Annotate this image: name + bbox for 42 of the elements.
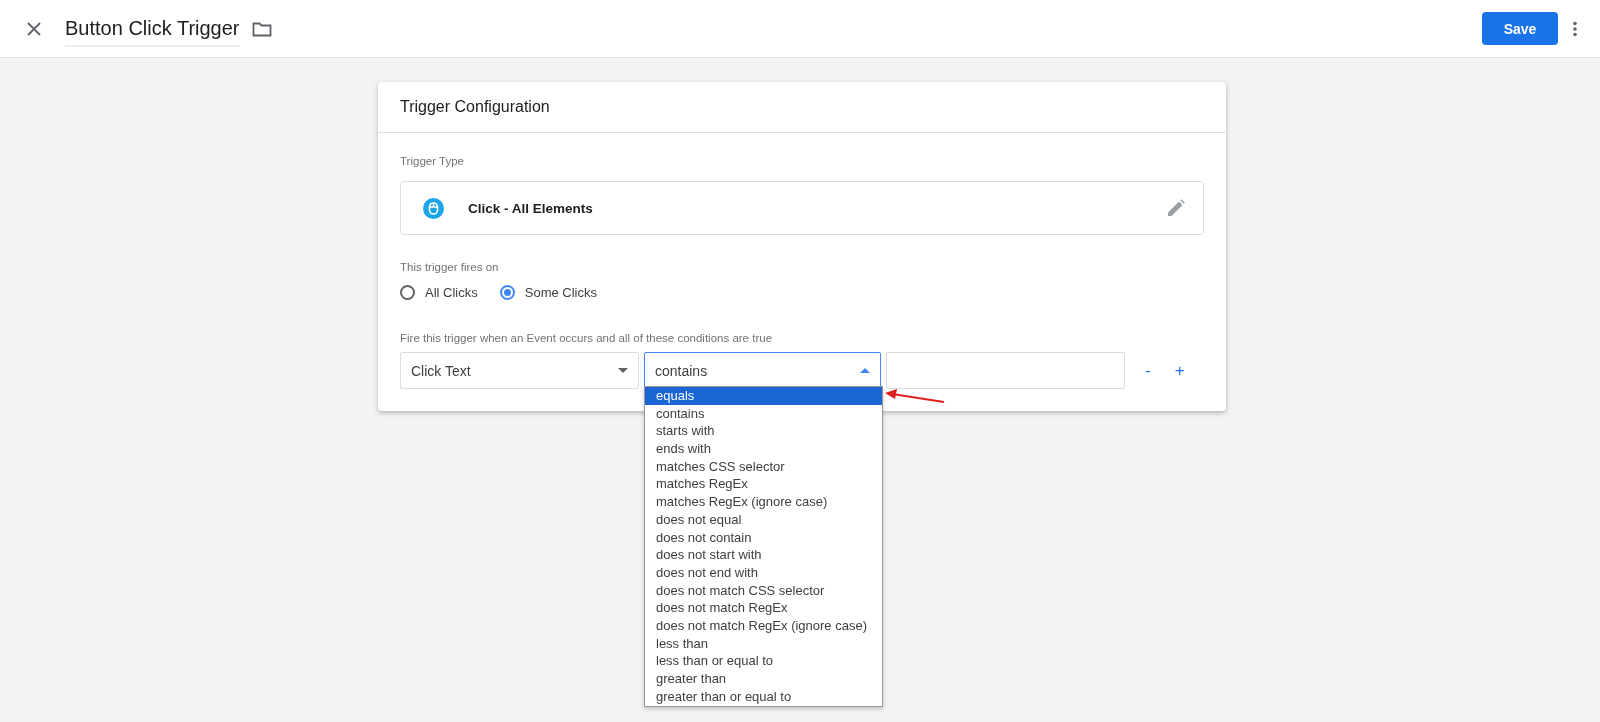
save-button[interactable]: Save	[1482, 12, 1558, 45]
radio-button[interactable]	[499, 285, 515, 300]
radio-label: All Clicks	[425, 285, 478, 300]
close-icon[interactable]	[26, 20, 42, 37]
dropdown-option[interactable]: does not contain	[645, 528, 882, 547]
edit-icon[interactable]	[1167, 199, 1185, 217]
dropdown-option[interactable]: does not start with	[645, 546, 882, 564]
dropdown-option[interactable]: does not match CSS selector	[645, 581, 882, 600]
trigger-type-name: Click - All Elements	[468, 200, 594, 216]
dropdown-option[interactable]: matches RegEx (ignore case)	[645, 493, 882, 511]
dropdown-option[interactable]: contains	[645, 404, 882, 423]
dropdown-option[interactable]: matches CSS selector	[645, 457, 882, 476]
dropdown-option[interactable]: starts with	[645, 422, 882, 441]
remove-condition-button[interactable]: -	[1141, 360, 1155, 381]
dropdown-option[interactable]: does not equal	[645, 510, 882, 529]
variable-dropdown[interactable]: Click Text	[400, 352, 639, 389]
dropdown-option[interactable]: does not match RegEx (ignore case)	[645, 616, 882, 635]
value-field[interactable]	[886, 352, 1125, 389]
trigger-type-card[interactable]: Click - All Elements	[400, 181, 1204, 235]
section-label: Fire this trigger when an Event occurs and all of these conditions are true	[400, 332, 774, 344]
dropdown-option[interactable]: does not end with	[645, 563, 882, 582]
dropdown-option[interactable]: matches RegEx	[645, 475, 882, 494]
section-label: Trigger Type	[400, 155, 465, 167]
add-condition-button[interactable]: +	[1170, 360, 1189, 381]
radio-button[interactable]	[400, 285, 415, 300]
dropdown-option[interactable]: less than or equal to	[645, 652, 882, 670]
caret-icon	[860, 368, 870, 373]
dropdown-option[interactable]: does not match RegEx	[645, 599, 882, 617]
dropdown-option[interactable]: equals	[645, 387, 882, 405]
annotation-arrow	[885, 389, 945, 404]
caret-icon	[618, 368, 628, 373]
dropdown-option[interactable]: less than	[645, 634, 882, 653]
radio-label: Some Clicks	[524, 285, 597, 300]
trigger-name-field[interactable]: Button Click Trigger	[65, 15, 240, 47]
dropdown-option[interactable]: ends with	[645, 440, 882, 458]
dropdown-option[interactable]: greater than or equal to	[645, 687, 882, 706]
mouse-icon	[423, 197, 444, 219]
section-label: This trigger fires on	[400, 261, 500, 273]
dropdown-option[interactable]: greater than	[645, 670, 882, 688]
card-title: Trigger Configuration	[378, 82, 1226, 133]
folder-icon[interactable]	[251, 20, 272, 37]
more-options-icon[interactable]	[1572, 20, 1578, 37]
